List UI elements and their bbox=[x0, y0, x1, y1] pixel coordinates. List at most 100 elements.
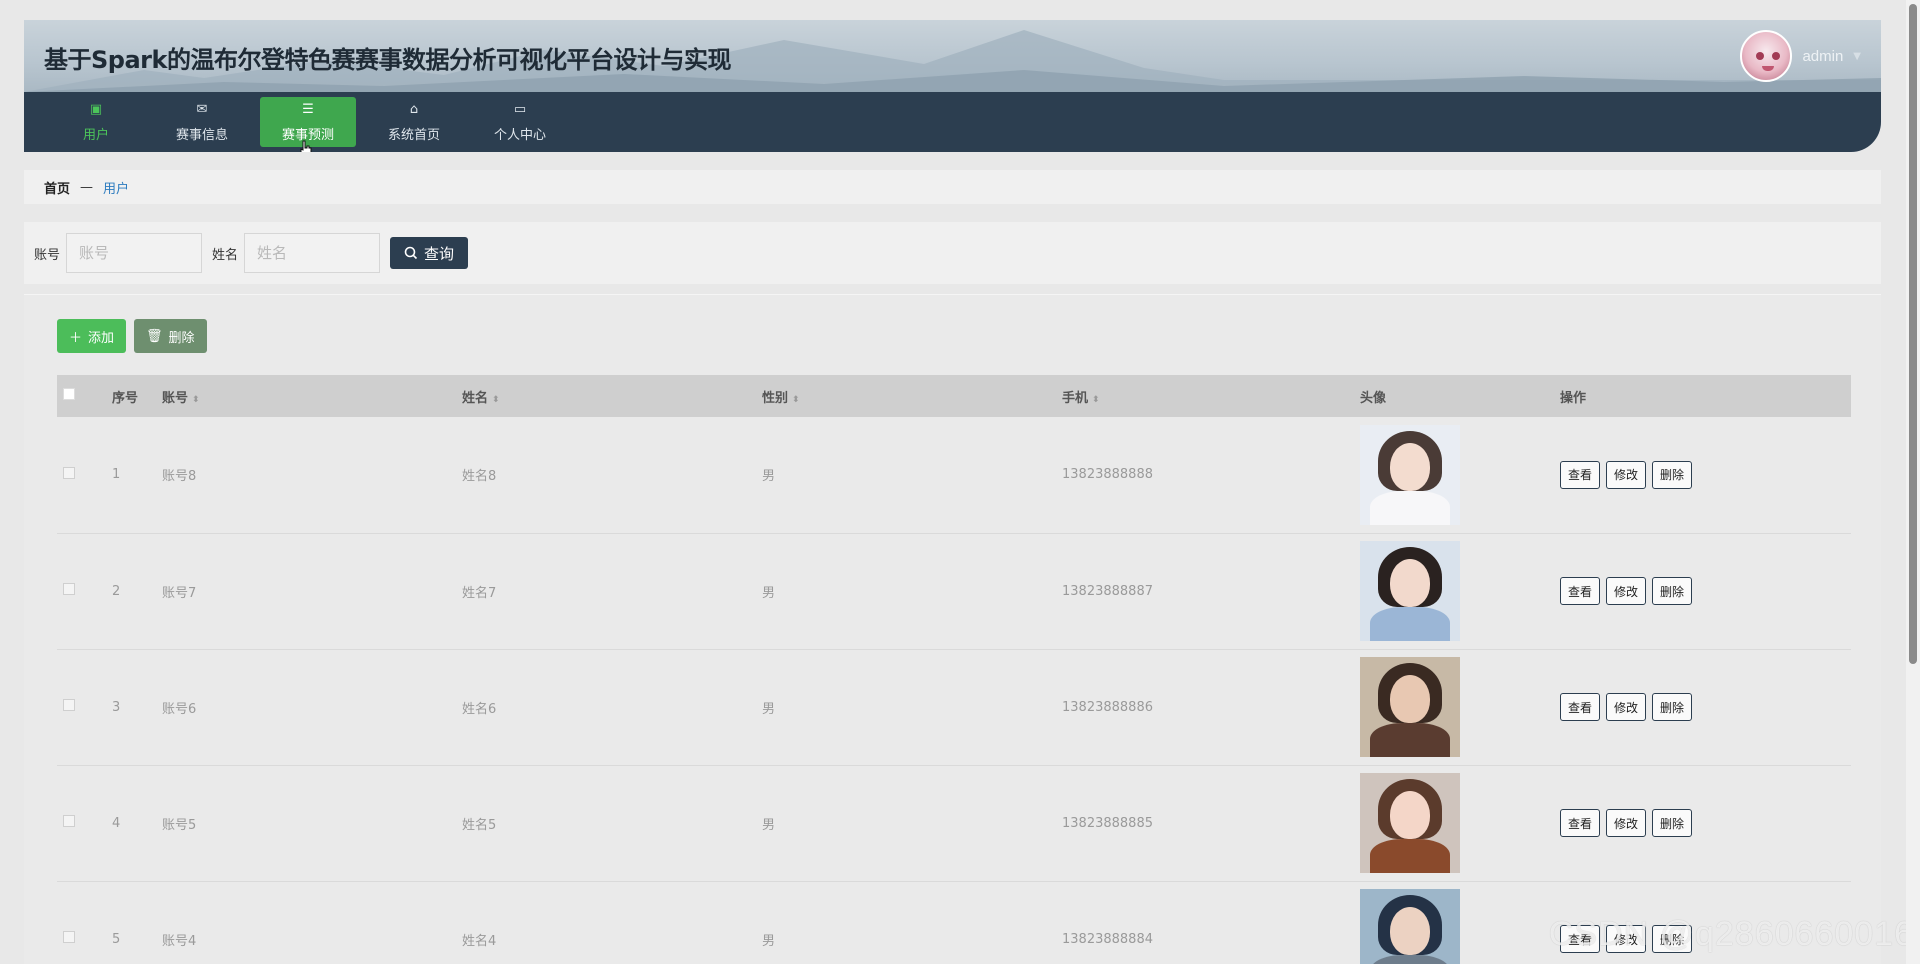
avatar-photo[interactable] bbox=[1360, 657, 1460, 757]
view-button[interactable]: 查看 bbox=[1560, 460, 1601, 489]
sort-icon[interactable]: ⬍ bbox=[492, 395, 500, 405]
sort-icon[interactable]: ⬍ bbox=[792, 395, 800, 405]
cell-gender: 男 bbox=[762, 585, 776, 601]
nav-item-system-home[interactable]: ⌂ 系统首页 bbox=[366, 97, 462, 147]
avatar-photo[interactable] bbox=[1360, 541, 1460, 641]
table-row: 2 账号7 姓名7 男 13823888887 查看 修改 删除 bbox=[57, 533, 1851, 649]
breadcrumb-home[interactable]: 首页 bbox=[44, 178, 70, 197]
row-checkbox[interactable] bbox=[63, 583, 75, 595]
user-menu[interactable]: admin ▼ bbox=[1740, 30, 1861, 82]
cell-account: 账号7 bbox=[162, 585, 197, 601]
chevron-down-icon[interactable]: ▼ bbox=[1853, 51, 1861, 62]
view-button[interactable]: 查看 bbox=[1560, 693, 1601, 721]
breadcrumb: 首页 — 用户 bbox=[24, 170, 1881, 204]
cell-avatar bbox=[1360, 765, 1560, 881]
user-name[interactable]: admin bbox=[1802, 48, 1843, 65]
avatar-photo[interactable] bbox=[1360, 889, 1460, 964]
header-phone[interactable]: 手机 ⬍ bbox=[1062, 375, 1360, 417]
query-button[interactable]: 查询 bbox=[390, 237, 469, 269]
cell-gender: 男 bbox=[762, 933, 776, 949]
nav-item-label: 系统首页 bbox=[387, 127, 440, 143]
row-checkbox[interactable] bbox=[63, 931, 75, 943]
row-actions: 查看 修改 删除 bbox=[1560, 577, 1851, 605]
card-icon: ▭ bbox=[513, 101, 527, 117]
account-label: 账号 bbox=[34, 247, 61, 263]
batch-delete-button[interactable]: 🗑 删除 bbox=[134, 319, 207, 353]
header-avatar: 头像 bbox=[1360, 390, 1387, 406]
user-table: 序号 账号 ⬍ 姓名 ⬍ 性别 ⬍ 手机 ⬍ 头像 操作 1 账号8 姓名8 男 138… bbox=[57, 375, 1851, 964]
plus-icon: ＋ bbox=[69, 330, 83, 346]
avatar-photo[interactable] bbox=[1360, 773, 1460, 873]
watermark: CSDN @q2860660016 bbox=[1548, 915, 1914, 953]
header-phone-label: 手机 bbox=[1062, 390, 1089, 406]
scrollbar-thumb[interactable] bbox=[1909, 4, 1917, 664]
view-button[interactable]: 查看 bbox=[1560, 809, 1601, 837]
page: 基于Spark的温布尔登特色赛赛事数据分析可视化平台设计与实现 admin ▼ … bbox=[24, 20, 1881, 964]
header: 基于Spark的温布尔登特色赛赛事数据分析可视化平台设计与实现 admin ▼ … bbox=[24, 20, 1881, 152]
delete-button[interactable]: 删除 bbox=[1652, 693, 1693, 721]
select-all-checkbox[interactable] bbox=[63, 388, 75, 400]
edit-button[interactable]: 修改 bbox=[1606, 693, 1647, 721]
cell-index: 2 bbox=[112, 583, 121, 599]
scrollbar[interactable] bbox=[1906, 0, 1920, 964]
cell-ops: 查看 修改 删除 bbox=[1560, 649, 1851, 765]
delete-button[interactable]: 删除 bbox=[1652, 577, 1693, 605]
account-search-input[interactable] bbox=[66, 233, 203, 273]
header-account-label: 账号 bbox=[162, 390, 189, 406]
site-title: 基于Spark的温布尔登特色赛赛事数据分析可视化平台设计与实现 bbox=[44, 46, 731, 74]
name-label: 姓名 bbox=[212, 247, 239, 263]
home-icon: ⌂ bbox=[409, 101, 419, 117]
cell-index: 4 bbox=[112, 815, 121, 831]
header-account[interactable]: 账号 ⬍ bbox=[162, 375, 462, 417]
edit-button[interactable]: 修改 bbox=[1606, 460, 1647, 489]
cell-avatar bbox=[1360, 649, 1560, 765]
view-button[interactable]: 查看 bbox=[1560, 577, 1601, 605]
main-nav: ▣ 用户 ✉ 赛事信息 ☰ 赛事预测 ⌂ 系统首页 ▭ 个人中心 bbox=[24, 92, 1881, 152]
nav-item-match-info[interactable]: ✉ 赛事信息 bbox=[154, 97, 250, 147]
cell-avatar bbox=[1360, 417, 1560, 533]
row-checkbox-cell bbox=[57, 417, 112, 533]
row-checkbox[interactable] bbox=[63, 699, 75, 711]
cell-account: 账号8 bbox=[162, 469, 197, 485]
nav-item-label: 赛事预测 bbox=[281, 127, 334, 143]
name-search-input[interactable] bbox=[244, 233, 381, 273]
row-checkbox[interactable] bbox=[63, 815, 75, 827]
delete-button[interactable]: 删除 bbox=[1652, 809, 1693, 837]
table-row: 3 账号6 姓名6 男 13823888886 查看 修改 删除 bbox=[57, 649, 1851, 765]
clipboard-icon: ▣ bbox=[89, 101, 103, 117]
message-icon: ✉ bbox=[196, 101, 208, 117]
cell-account: 账号4 bbox=[162, 933, 197, 949]
cell-gender: 男 bbox=[762, 701, 776, 717]
row-actions: 查看 修改 删除 bbox=[1560, 693, 1851, 721]
add-button[interactable]: ＋ 添加 bbox=[57, 319, 127, 353]
row-checkbox[interactable] bbox=[63, 466, 75, 479]
header-gender[interactable]: 性别 ⬍ bbox=[762, 375, 1062, 417]
cell-index: 3 bbox=[112, 699, 121, 715]
edit-button[interactable]: 修改 bbox=[1606, 809, 1647, 837]
header-ops: 操作 bbox=[1560, 390, 1587, 406]
trash-icon: 🗑 bbox=[146, 328, 163, 344]
delete-button[interactable]: 删除 bbox=[1652, 460, 1693, 489]
header-gender-label: 性别 bbox=[762, 390, 789, 406]
table-header-row: 序号 账号 ⬍ 姓名 ⬍ 性别 ⬍ 手机 ⬍ 头像 操作 bbox=[57, 375, 1851, 417]
row-checkbox-cell bbox=[57, 765, 112, 881]
row-checkbox-cell bbox=[57, 649, 112, 765]
cell-gender: 男 bbox=[762, 469, 776, 485]
table-row: 4 账号5 姓名5 男 13823888885 查看 修改 删除 bbox=[57, 765, 1851, 881]
cell-phone: 13823888884 bbox=[1062, 931, 1153, 947]
nav-item-users[interactable]: ▣ 用户 bbox=[48, 97, 144, 147]
cell-phone: 13823888886 bbox=[1062, 699, 1153, 715]
cell-account: 账号6 bbox=[162, 701, 197, 717]
nav-item-profile[interactable]: ▭ 个人中心 bbox=[472, 97, 568, 147]
sort-icon[interactable]: ⬍ bbox=[1092, 395, 1100, 405]
edit-button[interactable]: 修改 bbox=[1606, 577, 1647, 605]
breadcrumb-current[interactable]: 用户 bbox=[103, 178, 129, 197]
user-avatar[interactable] bbox=[1740, 30, 1793, 82]
header-name-label: 姓名 bbox=[462, 390, 489, 406]
nav-item-label: 个人中心 bbox=[493, 127, 546, 143]
avatar-photo[interactable] bbox=[1360, 424, 1460, 525]
table-toolbar: ＋ 添加 🗑 删除 bbox=[57, 319, 1851, 353]
sort-icon[interactable]: ⬍ bbox=[192, 395, 200, 405]
header-name[interactable]: 姓名 ⬍ bbox=[462, 375, 762, 417]
nav-item-match-prediction[interactable]: ☰ 赛事预测 bbox=[260, 97, 356, 147]
